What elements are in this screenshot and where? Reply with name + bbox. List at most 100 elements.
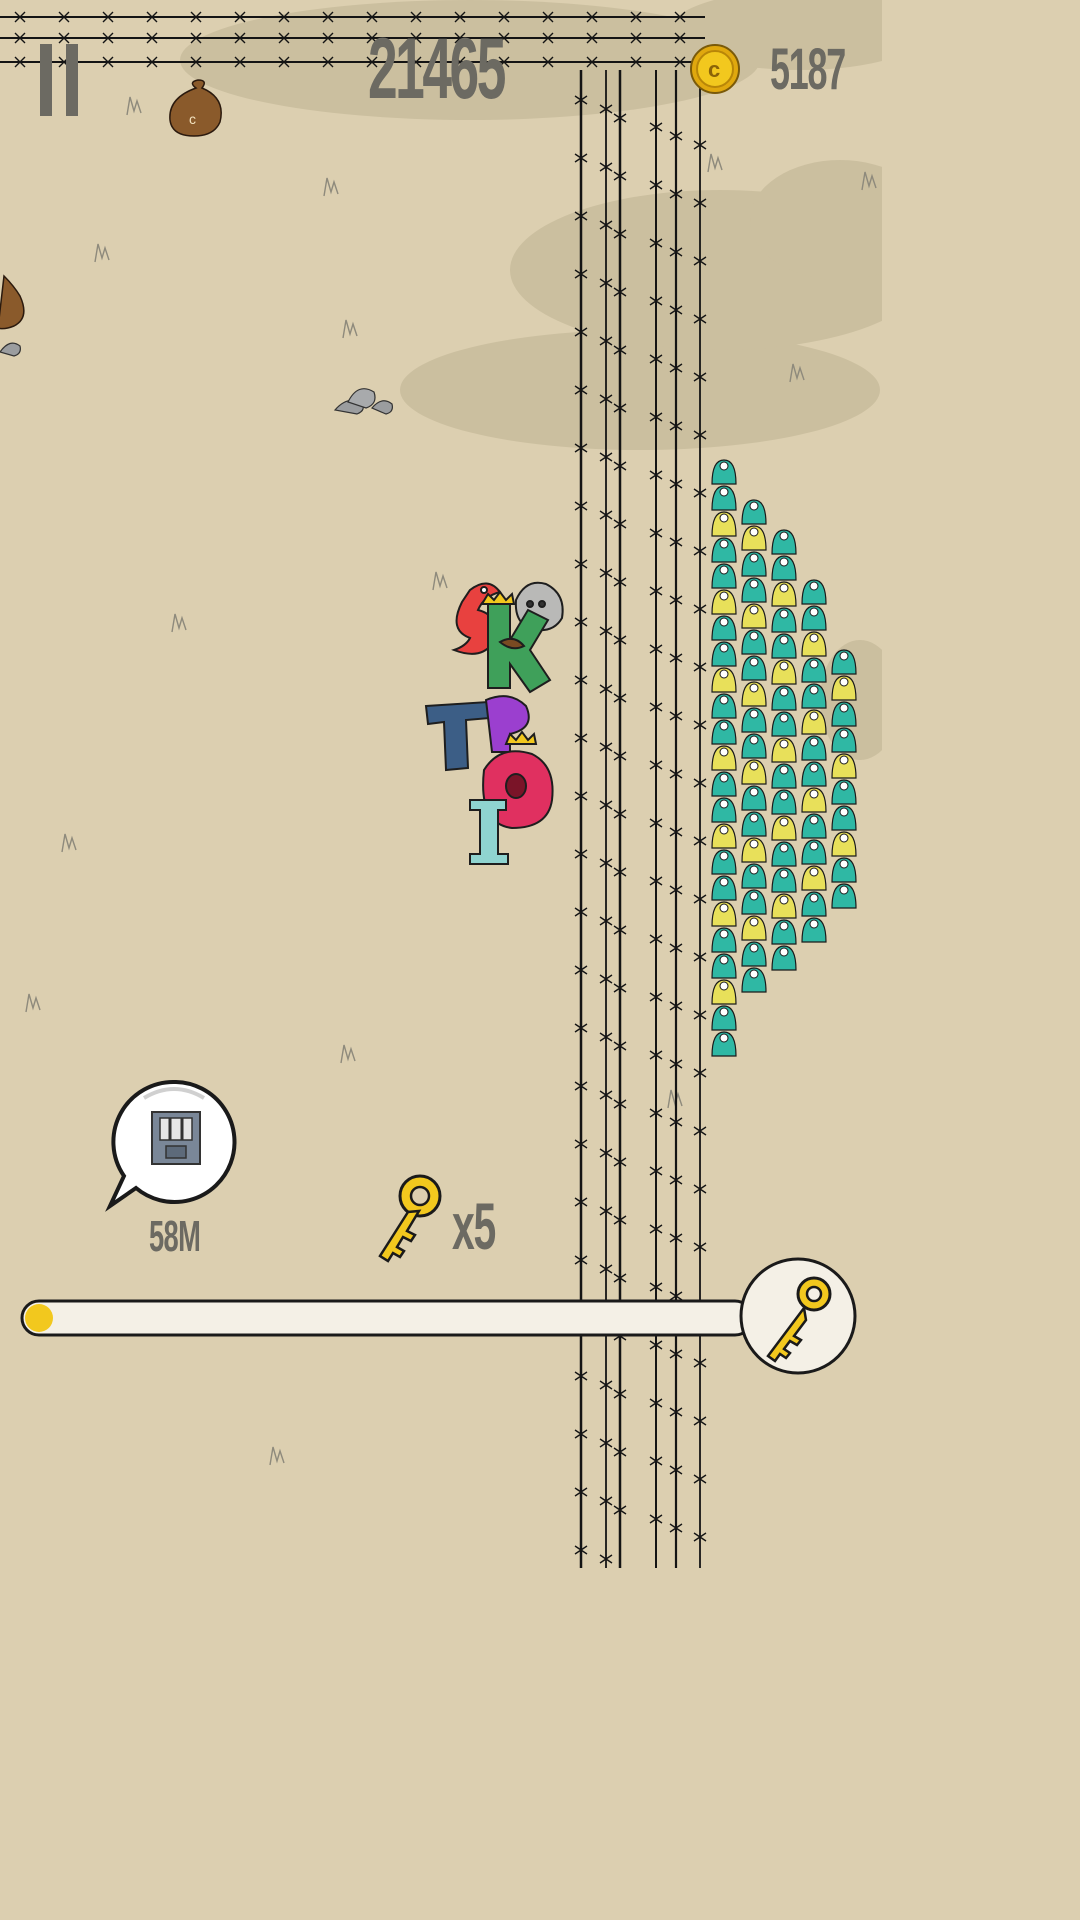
enemy-eye xyxy=(809,919,819,929)
enemy-eye xyxy=(749,969,759,979)
enemy-eye xyxy=(719,617,729,627)
enemy-eye xyxy=(779,557,789,567)
enemy-eye xyxy=(779,531,789,541)
enemy-eye xyxy=(779,713,789,723)
enemy-eye xyxy=(749,579,759,589)
enemy-eye xyxy=(809,763,819,773)
enemy-eye xyxy=(809,841,819,851)
enemy-eye xyxy=(749,761,759,771)
svg-text:c: c xyxy=(189,111,196,127)
key-progress-bar xyxy=(20,1298,755,1340)
enemy-eye xyxy=(749,657,759,667)
enemy-eye xyxy=(779,895,789,905)
enemy-eye xyxy=(809,815,819,825)
enemy-eye xyxy=(839,807,849,817)
enemy-eye xyxy=(779,869,789,879)
enemy-eye xyxy=(809,893,819,903)
enemy-eye xyxy=(809,789,819,799)
enemy-eye xyxy=(719,773,729,783)
enemy-eye xyxy=(719,1033,729,1043)
enemy-eye xyxy=(719,721,729,731)
enemy-eye xyxy=(809,581,819,591)
enemy-eye xyxy=(719,487,729,497)
enemy-eye xyxy=(719,695,729,705)
money-bag-icon: c xyxy=(169,79,222,137)
enemy-eye xyxy=(809,711,819,721)
enemy-eye xyxy=(839,651,849,661)
enemy-eye xyxy=(809,607,819,617)
enemy-eye xyxy=(809,737,819,747)
enemy-eye xyxy=(749,553,759,563)
enemy-eye xyxy=(719,877,729,887)
enemy-eye xyxy=(749,501,759,511)
enemy-eye xyxy=(719,591,729,601)
enemy-eye xyxy=(809,685,819,695)
key-counter xyxy=(370,1170,450,1270)
enemy-eye xyxy=(839,833,849,843)
enemy-eye xyxy=(719,513,729,523)
enemy-eye xyxy=(779,635,789,645)
door-icon xyxy=(105,1079,237,1212)
key-icon xyxy=(378,1174,442,1263)
enemy-eye xyxy=(749,865,759,875)
enemy-eye xyxy=(779,661,789,671)
enemy-eye xyxy=(809,659,819,669)
pause-button[interactable] xyxy=(30,36,94,120)
enemy-eye xyxy=(809,867,819,877)
enemy-eye xyxy=(749,527,759,537)
enemy-horde xyxy=(711,459,857,1057)
enemy-eye xyxy=(749,709,759,719)
enemy-eye xyxy=(779,843,789,853)
objective-bubble xyxy=(104,1074,244,1214)
enemy-eye xyxy=(839,677,849,687)
enemy-eye xyxy=(839,859,849,869)
enemy-eye xyxy=(749,787,759,797)
enemy-eye xyxy=(749,605,759,615)
enemy-eye xyxy=(779,791,789,801)
enemy-eye xyxy=(749,943,759,953)
enemy-eye xyxy=(779,947,789,957)
key-count: x5 xyxy=(452,1189,496,1263)
coin-icon: c xyxy=(690,44,740,94)
enemy-eye xyxy=(839,729,849,739)
enemy-eye xyxy=(719,825,729,835)
money-bag-icon xyxy=(0,274,25,330)
enemy-eye xyxy=(749,813,759,823)
score-counter: 21465 xyxy=(368,21,506,117)
enemy-eye xyxy=(779,609,789,619)
pause-icon xyxy=(40,44,78,116)
enemy-eye xyxy=(719,669,729,679)
objective-distance: 58M xyxy=(149,1212,201,1261)
enemy-eye xyxy=(779,817,789,827)
coin-counter: c xyxy=(688,42,744,98)
letter-monster-squad xyxy=(424,581,564,865)
enemy-eye xyxy=(719,799,729,809)
enemy-eye xyxy=(779,687,789,697)
enemy-eye xyxy=(839,755,849,765)
enemy-eye xyxy=(719,643,729,653)
coin-count: 5187 xyxy=(770,37,846,102)
enemy-eye xyxy=(809,633,819,643)
enemy-eye xyxy=(839,703,849,713)
enemy-eye xyxy=(719,903,729,913)
enemy-eye xyxy=(839,781,849,791)
enemy-eye xyxy=(719,1007,729,1017)
enemy-eye xyxy=(719,955,729,965)
key-progress-fill xyxy=(25,1304,53,1332)
enemy-eye xyxy=(779,583,789,593)
svg-text:c: c xyxy=(708,57,720,82)
enemy-eye xyxy=(719,981,729,991)
enemy-eye xyxy=(719,461,729,471)
enemy-eye xyxy=(719,565,729,575)
enemy-eye xyxy=(839,885,849,895)
rocks xyxy=(0,342,393,415)
enemy-eye xyxy=(719,747,729,757)
enemy-eye xyxy=(779,739,789,749)
enemy-eye xyxy=(719,851,729,861)
enemy-eye xyxy=(749,839,759,849)
enemy-eye xyxy=(779,765,789,775)
enemy-eye xyxy=(719,539,729,549)
enemy-eye xyxy=(749,631,759,641)
enemy-eye xyxy=(749,891,759,901)
key-progress-goal xyxy=(738,1256,862,1380)
